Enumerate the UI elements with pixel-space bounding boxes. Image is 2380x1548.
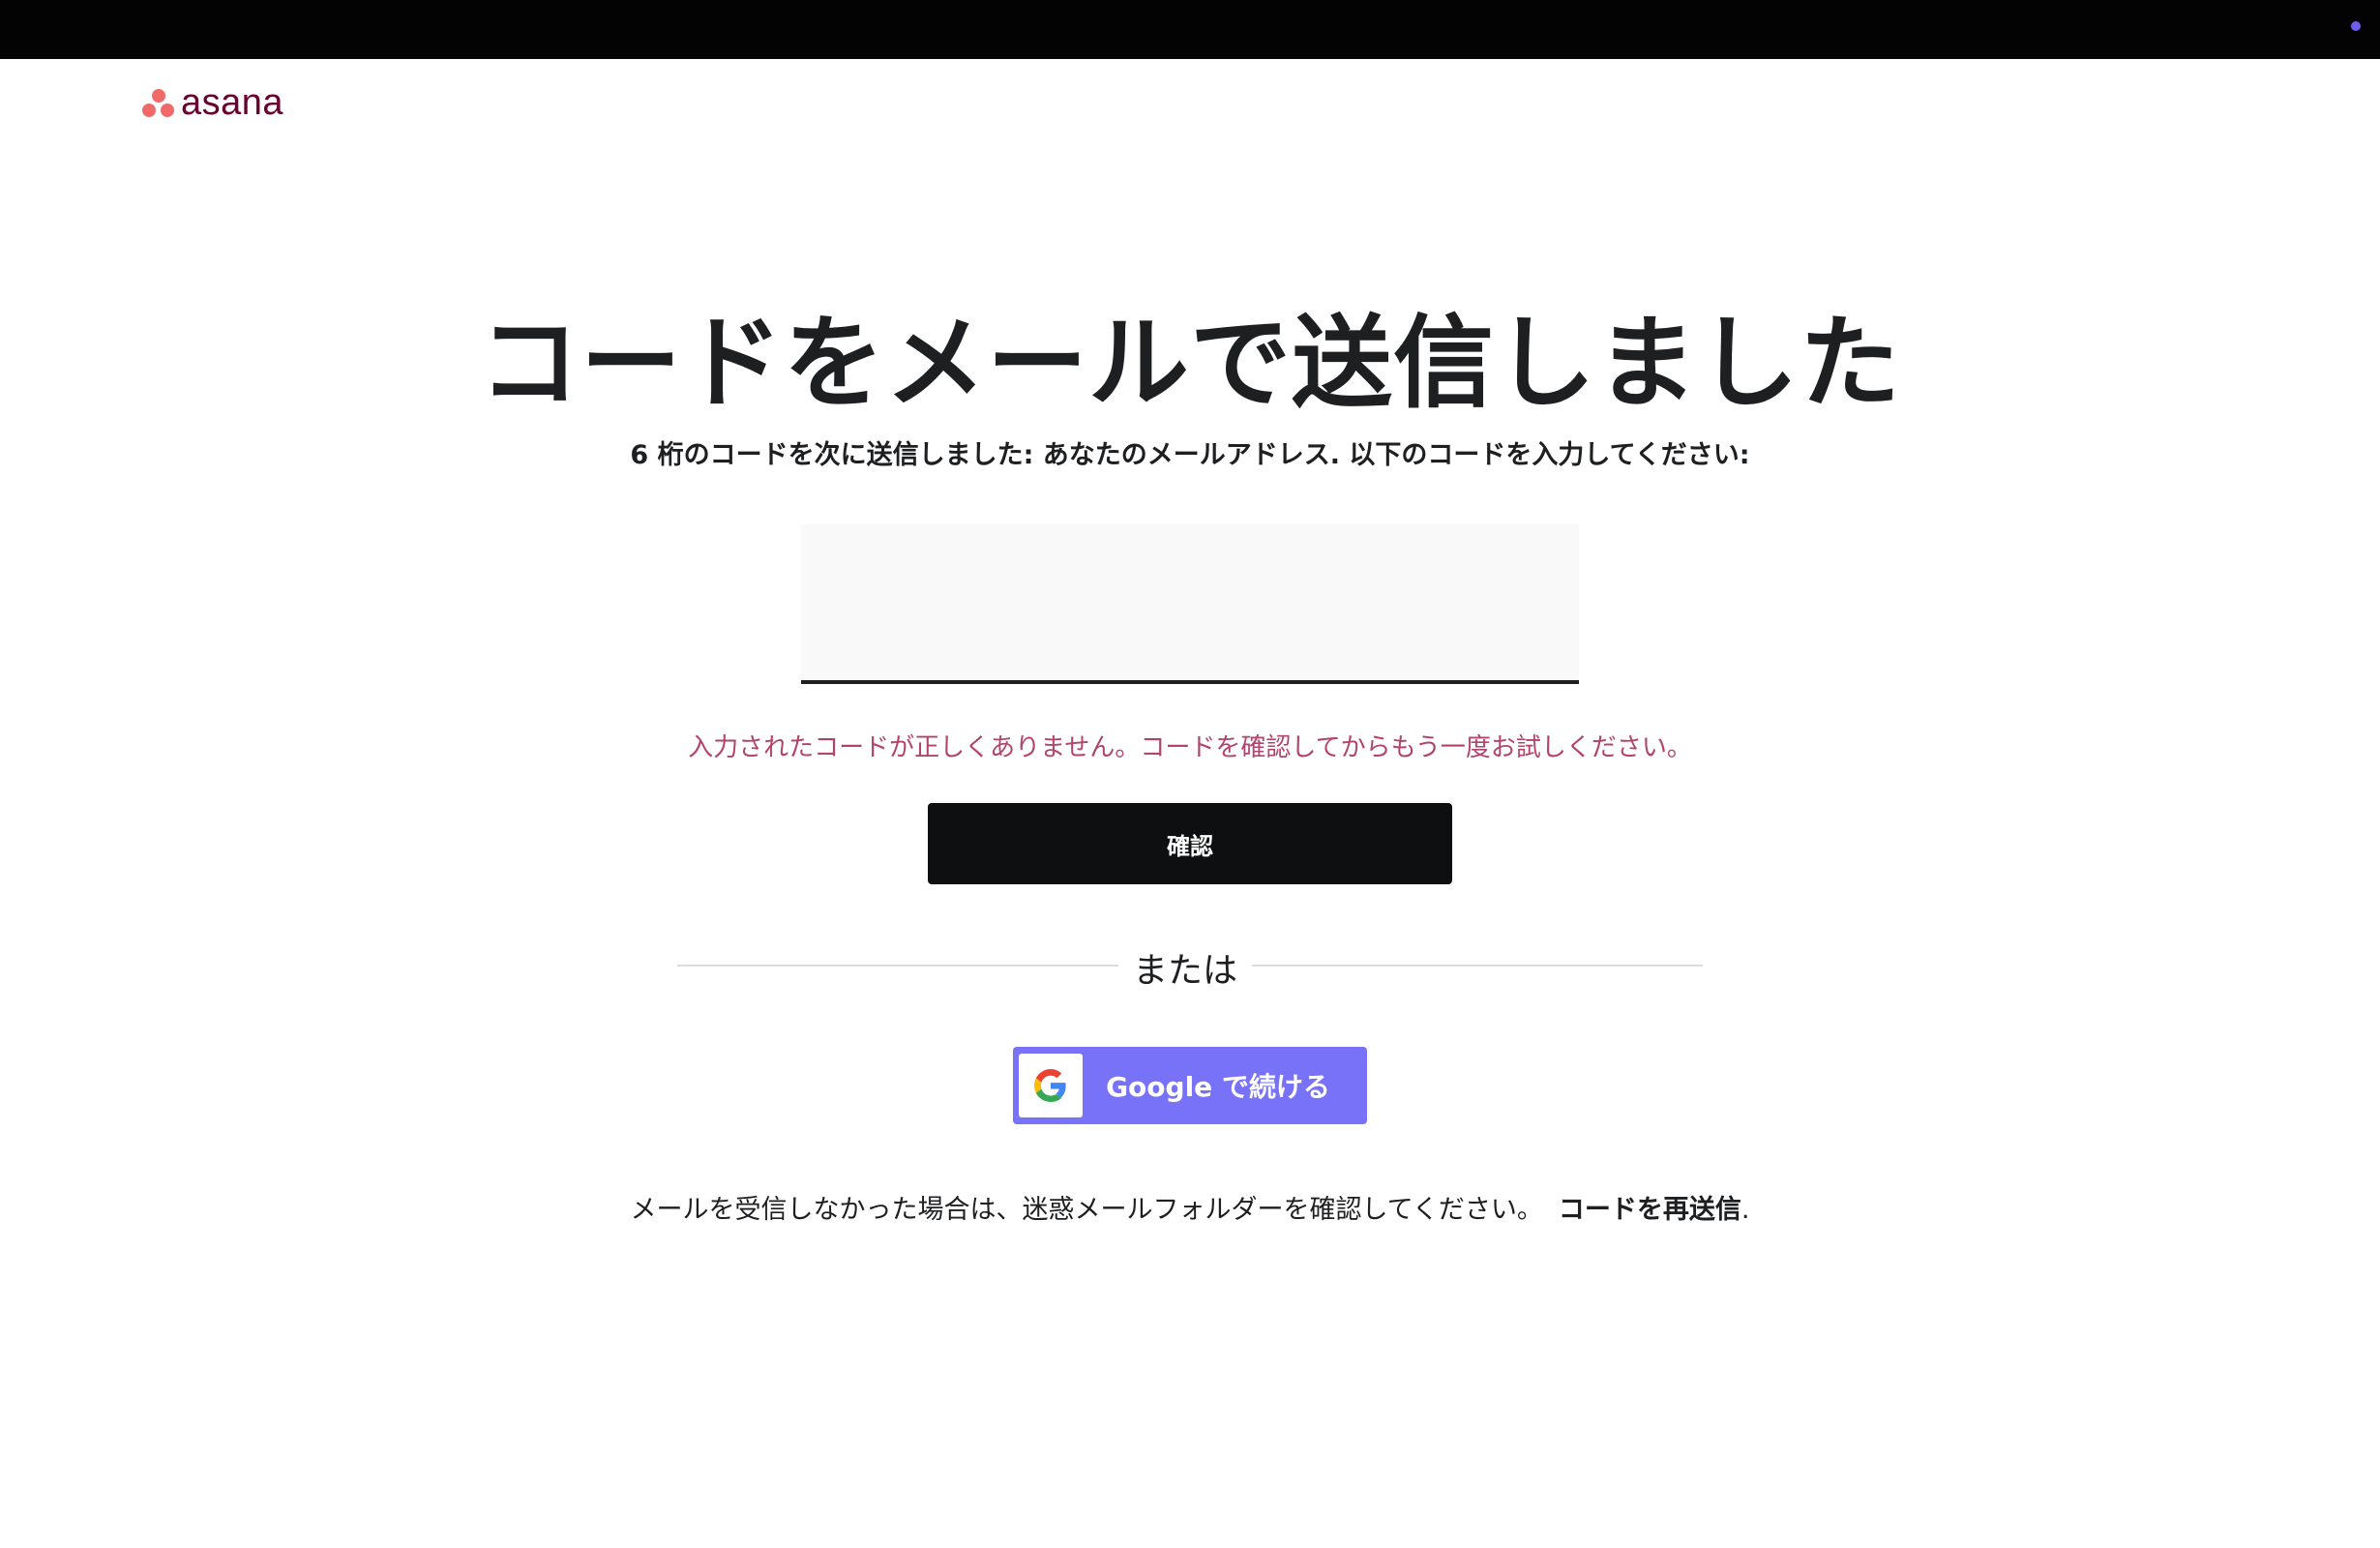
divider-text: または: [1132, 951, 1237, 991]
status-indicator-dot: [2351, 21, 2361, 31]
divider-line-right: [1252, 965, 1703, 967]
divider-line-left: [677, 965, 1118, 967]
instruction-text: 6 桁のコードを次に送信しました: あなたのメールアドレス. 以下のコードを入力…: [630, 440, 1750, 470]
error-message: 入力されたコードが正しくありません。コードを確認してからもう一度お試しください。: [688, 733, 1692, 762]
resend-instructions: メールを受信しなかった場合は、迷惑メールフォルダーを確認してください。 コードを再…: [0, 1188, 2380, 1226]
verification-code-input[interactable]: [801, 524, 1579, 684]
google-g-icon: [1019, 1054, 1083, 1117]
browser-top-bar: [0, 0, 2380, 59]
asana-logo[interactable]: asana: [142, 83, 283, 122]
google-button-label: Google で続ける: [1106, 1071, 1330, 1103]
resend-suffix: .: [1740, 1195, 1750, 1225]
page-title: コードをメールで送信しました: [478, 304, 1901, 422]
asana-logo-icon: [142, 87, 175, 118]
logo-text: asana: [181, 82, 284, 123]
footer-text: メールを受信しなかった場合は、迷惑メールフォルダーを確認してください。: [630, 1195, 1543, 1225]
confirm-button[interactable]: 確認: [928, 803, 1452, 884]
resend-code-link[interactable]: コードを再送信: [1559, 1195, 1741, 1225]
continue-with-google-button[interactable]: Google で続ける: [1013, 1047, 1367, 1124]
